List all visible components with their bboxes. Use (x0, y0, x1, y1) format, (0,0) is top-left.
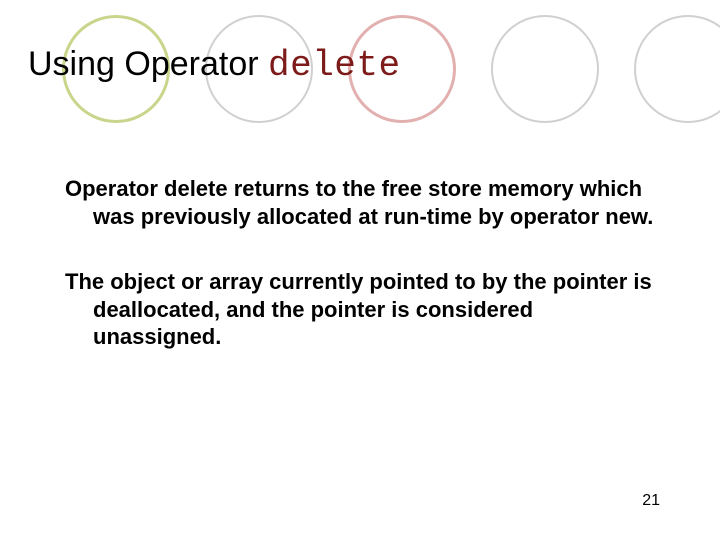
slide-title: Using Operator delete (28, 45, 401, 86)
title-prefix: Using Operator (28, 45, 268, 83)
paragraph: The object or array currently pointed to… (65, 268, 655, 351)
title-code-keyword: delete (268, 45, 401, 86)
slide-body: Operator delete returns to the free stor… (65, 175, 655, 389)
circle-icon (491, 15, 599, 123)
slide: Using Operator delete Operator delete re… (0, 0, 720, 540)
paragraph: Operator delete returns to the free stor… (65, 175, 655, 230)
page-number: 21 (642, 492, 660, 510)
circle-icon (634, 15, 720, 123)
